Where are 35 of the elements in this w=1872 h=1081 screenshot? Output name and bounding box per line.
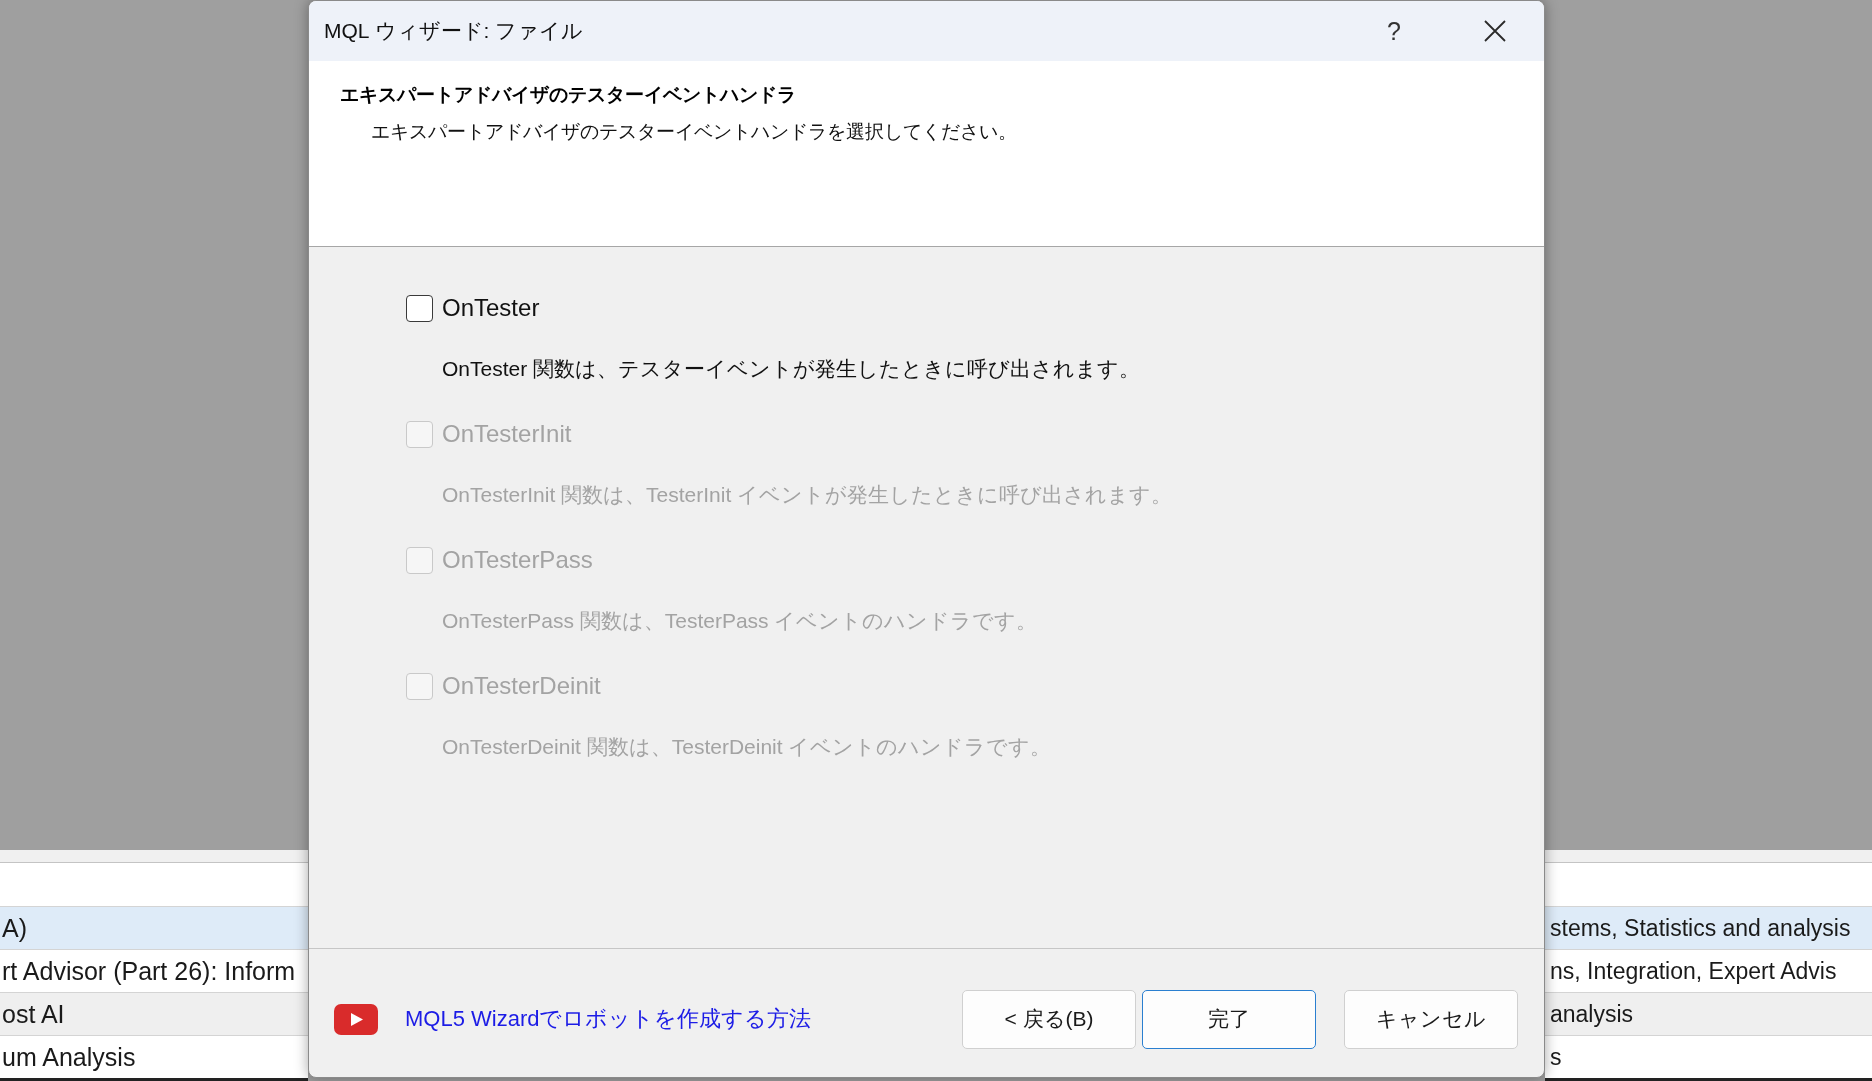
- table-cell: s: [1550, 1043, 1562, 1071]
- dialog-button[interactable]: < 戻る(B): [962, 989, 1136, 1049]
- dialog-button[interactable]: 完了: [1142, 989, 1316, 1049]
- table-cell: um Analysis: [2, 1042, 136, 1072]
- table-row[interactable]: rt Advisor (Part 26): Inform: [0, 949, 308, 992]
- checkbox-label: OnTesterDeinit: [442, 671, 601, 701]
- handler-description: OnTesterDeinit 関数は、TesterDeinit イベントのハンドラです。: [442, 734, 1052, 760]
- table-cell: stems, Statistics and analysis: [1550, 914, 1851, 942]
- dialog-button[interactable]: キャンセル: [1344, 989, 1518, 1049]
- page-heading: エキスパートアドバイザのテスターイベントハンドラ: [340, 83, 796, 107]
- table-row[interactable]: A): [0, 906, 308, 949]
- video-link[interactable]: MQL5 Wizardでロボットを作成する方法: [405, 1004, 812, 1034]
- checkbox-label: OnTesterPass: [442, 545, 593, 575]
- table-row[interactable]: s: [1545, 1035, 1872, 1078]
- page-subheading: エキスパートアドバイザのテスターイベントハンドラを選択してください。: [371, 120, 1017, 144]
- table-row[interactable]: ns, Integration, Expert Advis: [1545, 949, 1872, 992]
- table-row[interactable]: ost AI: [0, 992, 308, 1035]
- checkbox[interactable]: [406, 294, 433, 322]
- checkbox-label: OnTesterInit: [442, 419, 572, 449]
- handler-description: OnTester 関数は、テスターイベントが発生したときに呼び出されます。: [442, 356, 1141, 382]
- table-row[interactable]: analysis: [1545, 992, 1872, 1035]
- table-cell: rt Advisor (Part 26): Inform: [2, 956, 296, 986]
- close-icon: [1484, 20, 1506, 42]
- table-cell: ns, Integration, Expert Advis: [1550, 957, 1837, 985]
- table-row[interactable]: um Analysis: [0, 1035, 308, 1078]
- table-cell: ost AI: [2, 999, 65, 1029]
- table-cell: analysis: [1550, 1000, 1634, 1028]
- window-title: MQL ウィザード: ファイル: [324, 18, 585, 44]
- handler-description: OnTesterInit 関数は、TesterInit イベントが発生したときに呼び出されます。: [442, 482, 1173, 508]
- table-cell: A): [2, 913, 27, 943]
- checkbox-label: OnTester: [442, 293, 540, 323]
- handler-description: OnTesterPass 関数は、TesterPass イベントのハンドラです。: [442, 608, 1038, 634]
- video-play-icon: [334, 1003, 378, 1035]
- table-row[interactable]: stems, Statistics and analysis: [1545, 906, 1872, 949]
- help-button[interactable]: ?: [1366, 9, 1422, 53]
